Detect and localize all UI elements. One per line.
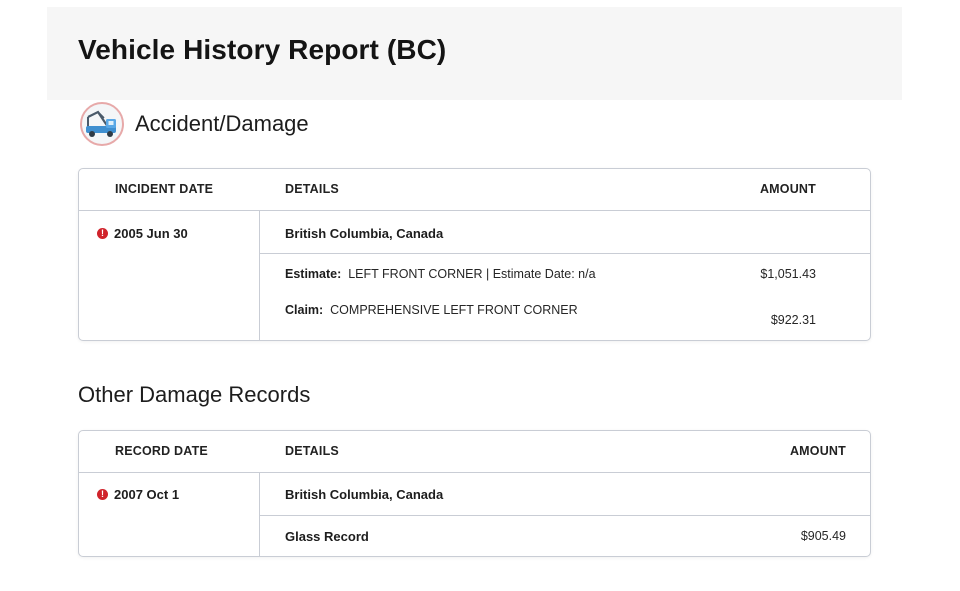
tow-truck-icon bbox=[80, 102, 124, 146]
record-date-column-header: RECORD DATE bbox=[115, 444, 208, 458]
amount-column-header: AMOUNT bbox=[789, 444, 846, 458]
column-divider bbox=[259, 211, 260, 340]
estimate-line: Estimate: LEFT FRONT CORNER | Estimate D… bbox=[285, 267, 596, 281]
accident-section-title: Accident/Damage bbox=[135, 111, 309, 136]
incident-date: ! 2005 Jun 30 bbox=[97, 226, 188, 241]
incident-location: British Columbia, Canada bbox=[285, 226, 444, 241]
row-divider bbox=[259, 253, 870, 254]
accident-table-header: INCIDENT DATE DETAILS AMOUNT bbox=[79, 169, 870, 211]
row-divider bbox=[259, 515, 870, 516]
glass-record-amount: $905.49 bbox=[800, 529, 846, 543]
accident-section-heading: Accident/Damage bbox=[80, 101, 309, 147]
details-column-header: DETAILS bbox=[285, 182, 339, 196]
alert-icon: ! bbox=[97, 489, 108, 500]
other-damage-table: RECORD DATE DETAILS AMOUNT ! 2007 Oct 1 … bbox=[78, 430, 871, 557]
alert-icon: ! bbox=[97, 228, 108, 239]
record-location: British Columbia, Canada bbox=[285, 487, 444, 502]
incident-date-column-header: INCIDENT DATE bbox=[115, 182, 214, 196]
record-date-value: 2007 Oct 1 bbox=[114, 487, 180, 502]
incident-date-value: 2005 Jun 30 bbox=[114, 226, 188, 241]
estimate-description: LEFT FRONT CORNER | Estimate Date: n/a bbox=[348, 267, 596, 281]
other-damage-table-header: RECORD DATE DETAILS AMOUNT bbox=[79, 431, 870, 473]
claim-label: Claim: bbox=[285, 303, 324, 317]
accident-table: INCIDENT DATE DETAILS AMOUNT ! 2005 Jun … bbox=[78, 168, 871, 341]
record-date: ! 2007 Oct 1 bbox=[97, 487, 179, 502]
estimate-label: Estimate: bbox=[285, 267, 342, 281]
claim-line: Claim: COMPREHENSIVE LEFT FRONT CORNER bbox=[285, 303, 578, 317]
details-column-header: DETAILS bbox=[285, 444, 339, 458]
estimate-amount: $1,051.43 bbox=[760, 267, 816, 281]
glass-record-label: Glass Record bbox=[285, 529, 369, 544]
amount-column-header: AMOUNT bbox=[759, 182, 816, 196]
other-damage-section-title: Other Damage Records bbox=[78, 382, 311, 407]
page-title: Vehicle History Report (BC) bbox=[78, 34, 447, 65]
claim-amount: $922.31 bbox=[770, 313, 816, 327]
claim-description: COMPREHENSIVE LEFT FRONT CORNER bbox=[330, 303, 578, 317]
other-damage-section-heading: Other Damage Records bbox=[78, 378, 310, 412]
